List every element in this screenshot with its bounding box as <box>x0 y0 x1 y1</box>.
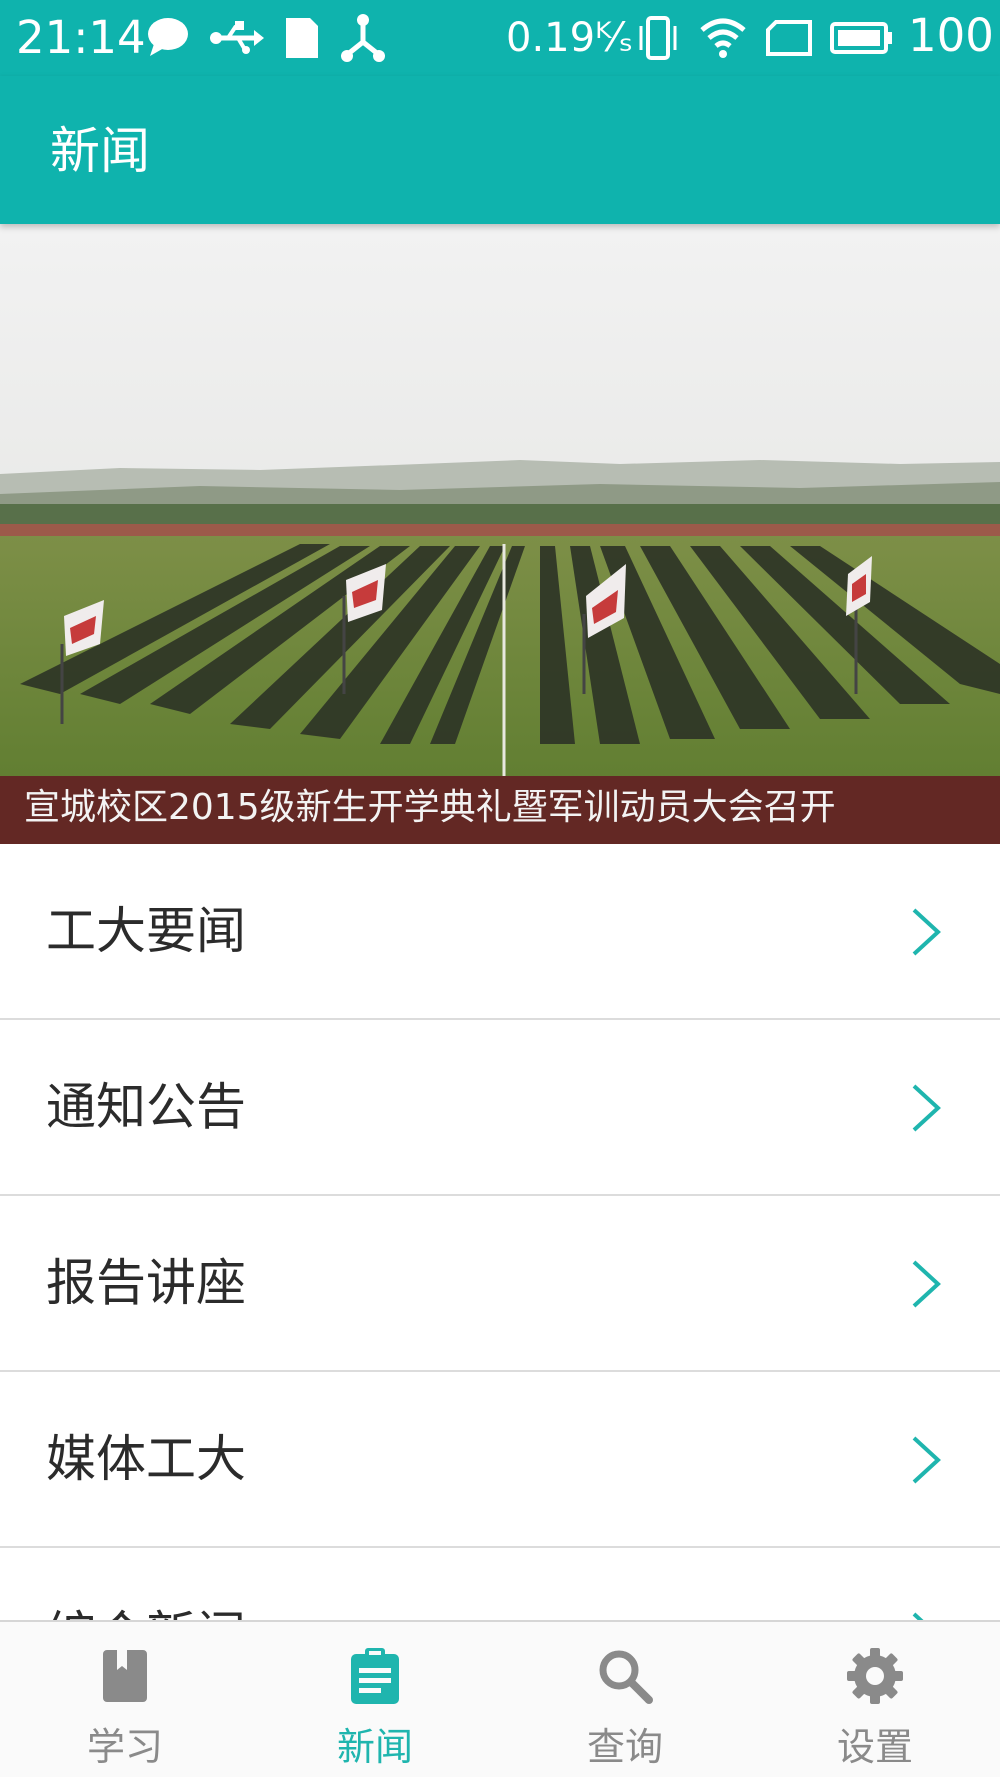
list-item-gongda-news[interactable]: 工大要闻 <box>0 844 1000 1020</box>
tab-search[interactable]: 查询 <box>500 1622 750 1777</box>
chevron-right-icon <box>912 1436 941 1484</box>
list-item-label: 工大要闻 <box>46 902 246 960</box>
list-item-label: 综合新闻 <box>46 1600 246 1620</box>
list-item-label: 媒体工大 <box>46 1430 246 1488</box>
tab-settings[interactable]: 设置 <box>750 1622 1000 1777</box>
chevron-right-icon <box>912 1260 941 1308</box>
tab-news[interactable]: 新闻 <box>250 1622 500 1777</box>
battery-percent: 100 <box>908 9 994 62</box>
tab-label: 查询 <box>586 1725 663 1769</box>
list-item-label: 通知公告 <box>46 1078 246 1136</box>
list-item-media[interactable]: 媒体工大 <box>0 1372 1000 1548</box>
book-icon <box>103 1650 147 1702</box>
list-item-lectures[interactable]: 报告讲座 <box>0 1196 1000 1372</box>
banner-photo <box>0 224 1000 844</box>
news-banner[interactable]: 宣城校区2015级新生开学典礼暨军训动员大会召开 <box>0 224 1000 844</box>
news-screen: 21:14 0.19ᴷ⁄ₛ 100 新闻 宣城校区2015级新生开学典礼暨军训动… <box>0 0 1000 1777</box>
tab-label: 新闻 <box>336 1725 413 1769</box>
tab-study[interactable]: 学习 <box>0 1622 250 1777</box>
vibrate-icon <box>639 16 677 60</box>
sim-icon <box>766 20 812 56</box>
clipboard-icon <box>351 1648 399 1704</box>
network-speed: 0.19ᴷ⁄ₛ <box>506 15 634 61</box>
chat-bubble-icon <box>148 18 188 56</box>
wifi-icon <box>700 18 746 58</box>
app-bar: 新闻 <box>0 76 1000 224</box>
list-item-notices[interactable]: 通知公告 <box>0 1020 1000 1196</box>
gear-icon <box>847 1648 903 1704</box>
chevron-right-icon <box>912 1612 924 1620</box>
banner-caption: 宣城校区2015级新生开学典礼暨军训动员大会召开 <box>24 787 836 828</box>
chevron-right-icon <box>912 908 941 956</box>
chevron-right-icon <box>912 1084 941 1132</box>
sd-card-icon <box>286 18 318 58</box>
list-item-general-news[interactable]: 综合新闻 <box>0 1548 1000 1620</box>
search-icon <box>599 1650 653 1704</box>
usb-icon <box>210 21 264 54</box>
status-time: 21:14 <box>16 11 146 64</box>
page-title: 新闻 <box>50 122 150 180</box>
news-category-list: 工大要闻 通知公告 报告讲座 媒体工大 综合新闻 <box>0 844 1000 1620</box>
battery-icon <box>830 22 892 54</box>
share-icon <box>341 14 385 62</box>
tab-label: 学习 <box>86 1725 163 1769</box>
tab-label: 设置 <box>836 1725 913 1769</box>
status-bar: 21:14 0.19ᴷ⁄ₛ 100 <box>0 0 1000 76</box>
bottom-navigation: 学习 新闻 查询 设置 <box>0 1620 1000 1777</box>
list-item-label: 报告讲座 <box>46 1254 246 1312</box>
